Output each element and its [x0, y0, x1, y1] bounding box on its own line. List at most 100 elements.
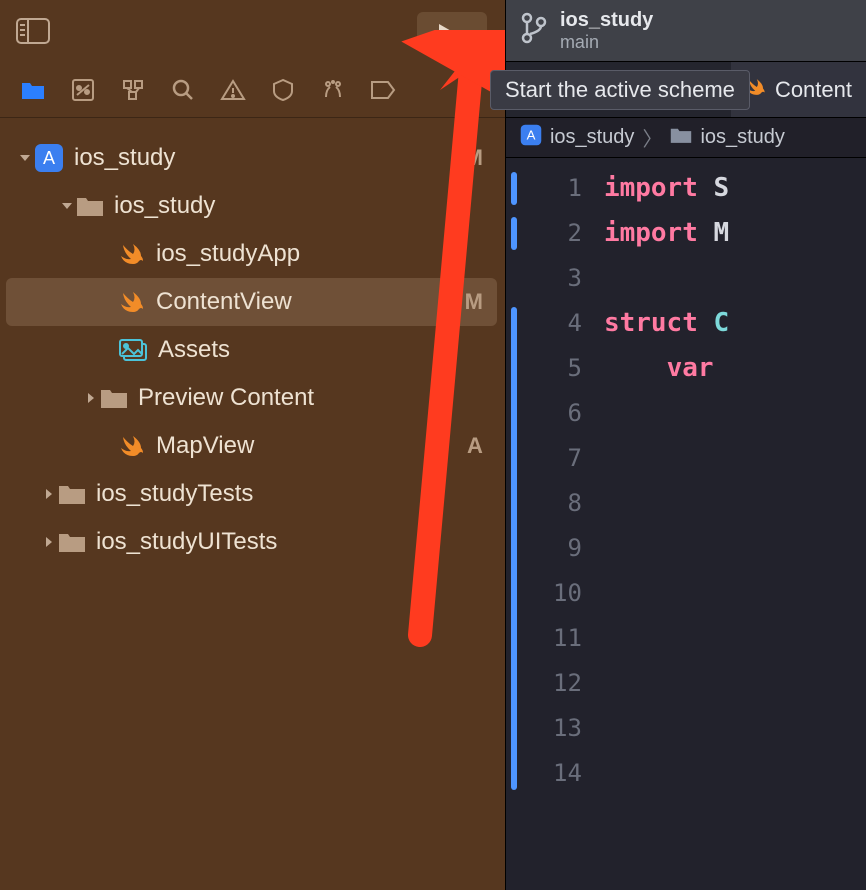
folder-icon: [58, 531, 86, 553]
file-label: ios_studyApp: [156, 240, 483, 268]
scm-status-badge: M: [465, 145, 483, 171]
assets-icon: [118, 338, 148, 362]
chevron-right-icon: 〉: [642, 123, 662, 152]
folder-icon: [670, 126, 692, 150]
editor-tab[interactable]: Content: [731, 62, 866, 117]
git-branch-icon: [520, 11, 548, 50]
chevron-right-icon[interactable]: [82, 391, 100, 405]
tab-label: Content: [775, 77, 852, 103]
chevron-down-icon[interactable]: [16, 151, 34, 165]
scheme-branch-name: main: [560, 32, 653, 54]
line-number: 4: [506, 301, 582, 346]
project-root-row[interactable]: A ios_study M: [6, 134, 497, 182]
issue-navigator-icon[interactable]: [220, 78, 246, 102]
scheme-text: ios_study main: [560, 8, 653, 54]
code-line[interactable]: [604, 706, 729, 751]
line-number: 1: [506, 166, 582, 211]
code-line[interactable]: [604, 526, 729, 571]
code-line[interactable]: [604, 616, 729, 661]
folder-label: ios_study: [114, 192, 483, 220]
project-navigator-sidebar: A ios_study M ios_study ios_studyApp: [0, 0, 506, 890]
folder-icon: [100, 387, 128, 409]
folder-label: ios_studyTests: [96, 480, 483, 508]
code-line[interactable]: [604, 481, 729, 526]
svg-text:A: A: [43, 148, 55, 168]
code-editor[interactable]: 1234567891011121314 import Simport M str…: [506, 158, 866, 890]
code-line[interactable]: import M: [604, 211, 729, 256]
editor-pane: ios_study main Content A ios_study 〉 ios…: [506, 0, 866, 890]
project-navigator-icon[interactable]: [20, 79, 46, 101]
change-marker: [511, 172, 517, 205]
code-line[interactable]: [604, 571, 729, 616]
chevron-right-icon[interactable]: [40, 535, 58, 549]
code-line[interactable]: [604, 436, 729, 481]
run-button-tooltip: Start the active scheme: [490, 70, 750, 110]
line-number: 6: [506, 391, 582, 436]
svg-text:A: A: [527, 127, 536, 142]
code-line[interactable]: [604, 751, 729, 796]
folder-row[interactable]: ios_studyTests: [6, 470, 497, 518]
line-number: 13: [506, 706, 582, 751]
folder-row[interactable]: ios_study: [6, 182, 497, 230]
app-project-icon: A: [520, 124, 542, 152]
scm-status-badge: A: [467, 433, 483, 459]
line-number: 5: [506, 346, 582, 391]
chevron-down-icon[interactable]: [58, 199, 76, 213]
folder-label: Preview Content: [138, 384, 483, 412]
swift-file-icon: [118, 432, 146, 460]
line-number: 9: [506, 526, 582, 571]
scheme-selector-bar[interactable]: ios_study main: [506, 0, 866, 62]
swift-file-row[interactable]: MapView A: [6, 422, 497, 470]
line-number: 12: [506, 661, 582, 706]
scheme-project-name: ios_study: [560, 8, 653, 32]
test-navigator-icon[interactable]: [270, 78, 296, 102]
assets-row[interactable]: Assets: [6, 326, 497, 374]
panel-toggle-icon[interactable]: [16, 18, 50, 44]
line-number: 2: [506, 211, 582, 256]
breadcrumb-item[interactable]: ios_study: [550, 126, 635, 149]
change-marker: [511, 307, 517, 790]
code-text[interactable]: import Simport M struct C var: [604, 158, 729, 890]
breadcrumb-item[interactable]: ios_study: [700, 126, 785, 149]
swift-file-icon: [118, 240, 146, 268]
line-number: 3: [506, 256, 582, 301]
code-line[interactable]: var: [604, 346, 729, 391]
code-line[interactable]: import S: [604, 166, 729, 211]
swift-file-row-selected[interactable]: ContentView M: [6, 278, 497, 326]
file-tree: A ios_study M ios_study ios_studyApp: [0, 118, 505, 890]
chevron-right-icon[interactable]: [40, 487, 58, 501]
line-number: 14: [506, 751, 582, 796]
swift-file-row[interactable]: ios_studyApp: [6, 230, 497, 278]
folder-row[interactable]: Preview Content: [6, 374, 497, 422]
line-number-gutter: 1234567891011121314: [506, 158, 604, 890]
code-line[interactable]: [604, 661, 729, 706]
find-navigator-icon[interactable]: [170, 78, 196, 102]
source-control-navigator-icon[interactable]: [70, 78, 96, 102]
breakpoint-navigator-icon[interactable]: [370, 80, 396, 100]
folder-icon: [76, 195, 104, 217]
file-label: ContentView: [156, 288, 465, 316]
debug-navigator-icon[interactable]: [320, 78, 346, 102]
line-number: 8: [506, 481, 582, 526]
file-label: Assets: [158, 336, 483, 364]
code-line[interactable]: struct C: [604, 301, 729, 346]
line-number: 11: [506, 616, 582, 661]
swift-file-icon: [118, 288, 146, 316]
project-root-label: ios_study: [74, 144, 465, 172]
folder-icon: [58, 483, 86, 505]
folder-label: ios_studyUITests: [96, 528, 483, 556]
code-line[interactable]: [604, 256, 729, 301]
breadcrumb-bar[interactable]: A ios_study 〉 ios_study: [506, 118, 866, 158]
change-marker: [511, 217, 517, 250]
run-button[interactable]: [417, 12, 487, 52]
navigator-selector-bar: [0, 62, 505, 118]
folder-row[interactable]: ios_studyUITests: [6, 518, 497, 566]
file-label: MapView: [156, 432, 467, 460]
symbol-navigator-icon[interactable]: [120, 78, 146, 102]
window-toolbar: [0, 0, 505, 62]
app-project-icon: A: [34, 143, 64, 173]
line-number: 10: [506, 571, 582, 616]
code-line[interactable]: [604, 391, 729, 436]
scm-status-badge: M: [465, 289, 483, 315]
line-number: 7: [506, 436, 582, 481]
